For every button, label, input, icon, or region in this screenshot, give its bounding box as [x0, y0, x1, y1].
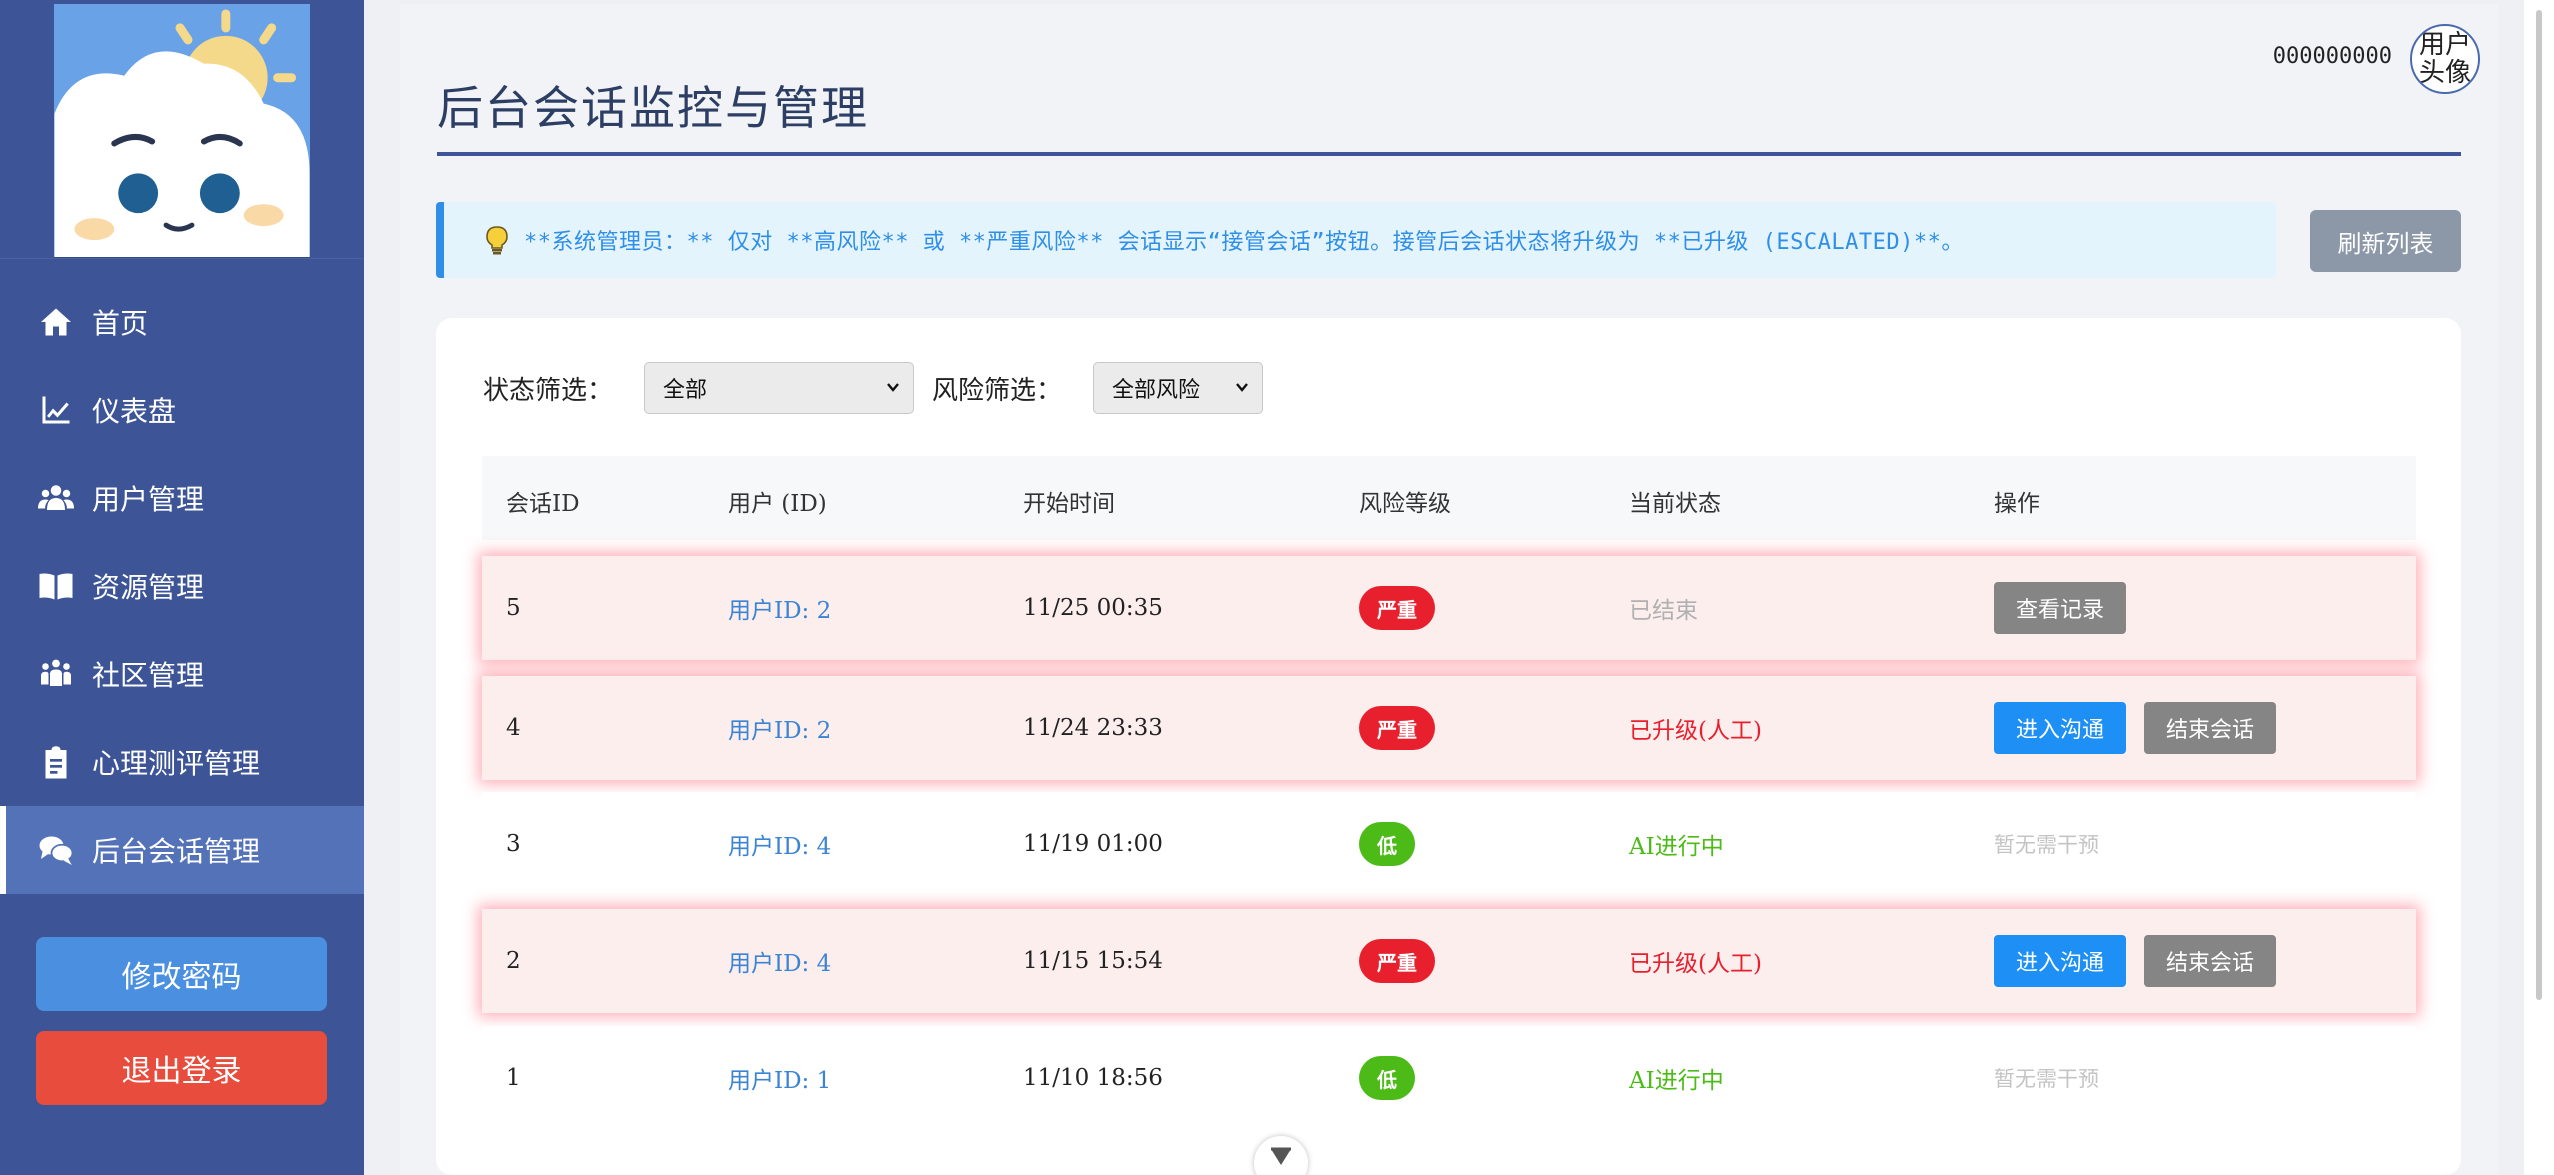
table-row: 4 用户ID: 2 11/24 23:33 严重 已升级(人工) 进入沟通 结束…	[482, 676, 2416, 780]
sidebar-item-users[interactable]: 用户管理	[0, 454, 364, 542]
cell-user-link[interactable]: 用户ID: 2	[728, 676, 831, 780]
no-action-text: 暂无需干预	[1994, 1067, 2099, 1091]
sidebar-item-community[interactable]: 社区管理	[0, 630, 364, 718]
cell-status: AI进行中	[1629, 834, 1724, 860]
cell-status: 已结束	[1629, 598, 1698, 624]
table-row: 1 用户ID: 1 11/10 18:56 低 AI进行中 暂无需干预	[482, 1026, 2416, 1130]
cell-user-link[interactable]: 用户ID: 2	[728, 556, 831, 660]
status-filter-label: 状态筛选：	[483, 376, 614, 406]
refresh-list-button[interactable]: 刷新列表	[2310, 210, 2461, 272]
clipboard-icon	[36, 742, 76, 782]
title-divider	[437, 152, 2461, 156]
risk-filter-label: 风险筛选：	[932, 376, 1063, 406]
page-title: 后台会话监控与管理	[437, 81, 869, 135]
cell-session-id: 1	[506, 1065, 521, 1091]
sidebar-divider	[0, 258, 364, 259]
cell-session-id: 5	[506, 595, 521, 621]
cell-start-time: 11/24 23:33	[1023, 715, 1163, 741]
cell-user-link[interactable]: 用户ID: 4	[728, 792, 831, 896]
end-session-button[interactable]: 结束会话	[2144, 702, 2277, 754]
cloud-sun-logo-icon	[54, 4, 310, 257]
lightbulb-icon	[486, 226, 508, 255]
sidebar-item-label: 用户管理	[92, 483, 205, 516]
sidebar-item-label: 社区管理	[92, 659, 205, 692]
status-filter-select[interactable]: 全部	[644, 362, 914, 414]
sidebar-nav: 首页 仪表盘 用户管理 资源管理 社区管理 心理测评管理 后台会话管理	[0, 278, 364, 894]
logo	[54, 4, 310, 258]
sidebar-item-sessions[interactable]: 后台会话管理	[0, 806, 364, 894]
chart-line-icon	[36, 390, 76, 430]
sidebar-item-label: 后台会话管理	[92, 835, 261, 868]
cell-session-id: 4	[506, 715, 521, 741]
column-header-user: 用户 (ID)	[728, 491, 827, 517]
table-header: 会话ID 用户 (ID) 开始时间 风险等级 当前状态 操作	[482, 456, 2416, 540]
risk-badge: 低	[1359, 1056, 1415, 1100]
chevron-down-icon	[1271, 1147, 1291, 1165]
admin-notice: **系统管理员：** 仅对 **高风险** 或 **严重风险** 会话显示“接管…	[436, 202, 2276, 278]
column-header-risk: 风险等级	[1359, 491, 1451, 517]
no-action-text: 暂无需干预	[1994, 833, 2099, 857]
enter-communication-button[interactable]: 进入沟通	[1994, 935, 2127, 987]
cell-user-link[interactable]: 用户ID: 4	[728, 909, 831, 1013]
cell-status: AI进行中	[1629, 1068, 1724, 1094]
sidebar-item-dashboard[interactable]: 仪表盘	[0, 366, 364, 454]
cell-start-time: 11/10 18:56	[1023, 1065, 1163, 1091]
table-row: 2 用户ID: 4 11/15 15:54 严重 已升级(人工) 进入沟通 结束…	[482, 909, 2416, 1013]
risk-badge: 严重	[1359, 586, 1435, 630]
book-icon	[36, 566, 76, 606]
sidebar-item-resources[interactable]: 资源管理	[0, 542, 364, 630]
end-session-button[interactable]: 结束会话	[2144, 935, 2277, 987]
chevron-down-icon	[887, 383, 899, 392]
risk-filter-value: 全部风险	[1112, 378, 1201, 403]
avatar[interactable]: 用户头像	[2410, 24, 2480, 94]
cell-start-time: 11/25 00:35	[1023, 595, 1163, 621]
home-icon	[36, 302, 76, 342]
change-password-button[interactable]: 修改密码	[36, 937, 327, 1011]
sidebar-item-assessment[interactable]: 心理测评管理	[0, 718, 364, 806]
cell-start-time: 11/15 15:54	[1023, 948, 1163, 974]
sidebar-item-label: 仪表盘	[92, 395, 177, 428]
chat-icon	[36, 830, 76, 870]
sidebar-item-label: 首页	[92, 307, 149, 340]
cell-session-id: 2	[506, 948, 521, 974]
notice-text: **系统管理员：** 仅对 **高风险** 或 **严重风险** 会话显示“接管…	[524, 230, 1964, 255]
column-header-session-id: 会话ID	[506, 491, 580, 517]
risk-badge: 低	[1359, 822, 1415, 866]
sidebar-item-label: 心理测评管理	[92, 747, 261, 780]
community-icon	[36, 654, 76, 694]
cell-user-link[interactable]: 用户ID: 1	[728, 1026, 831, 1130]
cell-status: 已升级(人工)	[1629, 951, 1762, 977]
column-header-actions: 操作	[1994, 491, 2040, 517]
risk-badge: 严重	[1359, 939, 1435, 983]
cell-status: 已升级(人工)	[1629, 718, 1762, 744]
cell-session-id: 3	[506, 831, 521, 857]
view-record-button[interactable]: 查看记录	[1994, 582, 2127, 634]
sidebar: 首页 仪表盘 用户管理 资源管理 社区管理 心理测评管理 后台会话管理 修改密码…	[0, 0, 364, 1175]
risk-badge: 严重	[1359, 706, 1435, 750]
users-icon	[36, 478, 76, 518]
sidebar-item-home[interactable]: 首页	[0, 278, 364, 366]
risk-filter-select[interactable]: 全部风险	[1093, 362, 1263, 414]
chevron-down-icon	[1236, 383, 1248, 392]
cell-start-time: 11/19 01:00	[1023, 831, 1163, 857]
sidebar-item-label: 资源管理	[92, 571, 205, 604]
table-row: 3 用户ID: 4 11/19 01:00 低 AI进行中 暂无需干预	[482, 792, 2416, 896]
column-header-status: 当前状态	[1629, 491, 1721, 517]
enter-communication-button[interactable]: 进入沟通	[1994, 702, 2127, 754]
column-header-start-time: 开始时间	[1023, 491, 1115, 517]
page-scrollbar-thumb[interactable]	[2536, 10, 2542, 1000]
user-name: 000000000	[2272, 44, 2392, 69]
logout-button[interactable]: 退出登录	[36, 1031, 327, 1105]
table-row: 5 用户ID: 2 11/25 00:35 严重 已结束 查看记录	[482, 556, 2416, 660]
status-filter-value: 全部	[663, 378, 708, 403]
